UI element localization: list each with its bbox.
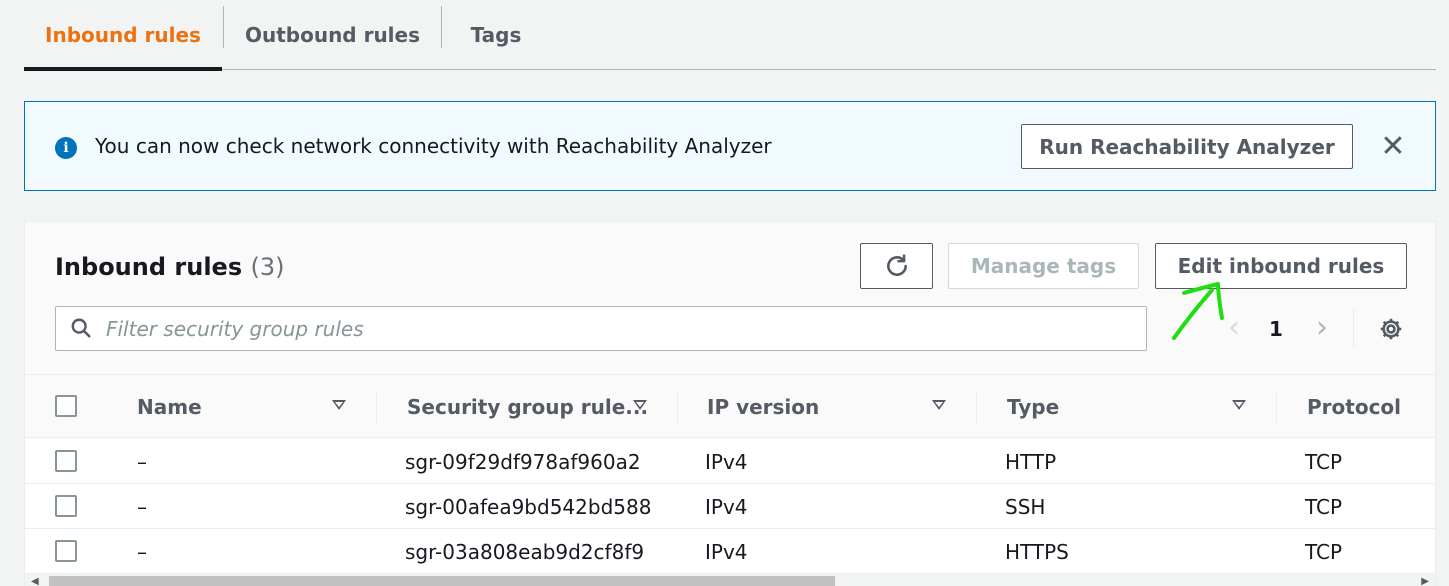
sort-icon[interactable] xyxy=(633,400,647,410)
column-divider[interactable] xyxy=(677,391,678,423)
sort-icon[interactable] xyxy=(932,400,946,410)
rule-count: (3) xyxy=(250,253,285,281)
column-header-type[interactable]: Type xyxy=(1007,395,1059,419)
cell-name: – xyxy=(137,450,147,474)
column-header-rule-id[interactable]: Security group rule... xyxy=(407,395,648,419)
cell-name: – xyxy=(137,495,147,519)
row-checkbox[interactable] xyxy=(55,540,77,562)
row-checkbox[interactable] xyxy=(55,495,77,517)
column-divider[interactable] xyxy=(1276,391,1277,423)
cell-rule-id: sgr-03a808eab9d2cf8f9 xyxy=(405,540,645,564)
tab-inbound-rules[interactable]: Inbound rules xyxy=(24,0,222,71)
cell-ip-version: IPv4 xyxy=(705,495,748,519)
annotation-arrow-icon xyxy=(1172,282,1224,340)
tab-tags[interactable]: Tags xyxy=(442,0,550,69)
column-divider[interactable] xyxy=(376,391,377,423)
search-icon xyxy=(71,318,91,338)
tab-bar: Inbound rules Outbound rules Tags xyxy=(24,0,1436,71)
table-header: Name Security group rule... IP version T… xyxy=(25,374,1435,438)
cell-ip-version: IPv4 xyxy=(705,540,748,564)
cell-rule-id: sgr-09f29df978af960a2 xyxy=(405,450,641,474)
sort-icon[interactable] xyxy=(1232,400,1246,410)
table-row[interactable]: – sgr-03a808eab9d2cf8f9 IPv4 HTTPS TCP xyxy=(25,529,1435,574)
panel-title: Inbound rules (3) xyxy=(55,253,284,281)
table-row[interactable]: – sgr-00afea9bd542bd588 IPv4 SSH TCP xyxy=(25,484,1435,529)
cell-protocol: TCP xyxy=(1305,495,1343,519)
scrollbar-thumb[interactable] xyxy=(49,576,835,586)
cell-name: – xyxy=(137,540,147,564)
pager-divider xyxy=(1353,308,1354,348)
table-row[interactable]: – sgr-09f29df978af960a2 IPv4 HTTP TCP xyxy=(25,439,1435,484)
close-icon[interactable]: ✕ xyxy=(1378,132,1408,162)
tab-outbound-rules[interactable]: Outbound rules xyxy=(224,0,441,69)
scroll-left-arrow-icon[interactable]: ◀ xyxy=(31,576,39,586)
cell-type: HTTPS xyxy=(1005,540,1069,564)
column-header-protocol[interactable]: Protocol xyxy=(1307,395,1401,419)
chevron-right-icon[interactable]: › xyxy=(1310,313,1334,344)
column-header-name[interactable]: Name xyxy=(137,395,202,419)
refresh-button[interactable] xyxy=(860,243,933,289)
cell-protocol: TCP xyxy=(1305,450,1343,474)
info-icon: i xyxy=(55,137,77,159)
current-page-number[interactable]: 1 xyxy=(1269,317,1283,341)
column-divider[interactable] xyxy=(976,391,977,423)
cell-type: SSH xyxy=(1005,495,1046,519)
banner-message: You can now check network connectivity w… xyxy=(95,134,772,158)
cell-ip-version: IPv4 xyxy=(705,450,748,474)
search-box xyxy=(55,306,1147,351)
cell-rule-id: sgr-00afea9bd542bd588 xyxy=(405,495,652,519)
horizontal-scrollbar[interactable]: ◀ ▶ xyxy=(25,574,1435,586)
scroll-right-arrow-icon[interactable]: ▶ xyxy=(1421,576,1429,586)
gear-icon[interactable] xyxy=(1378,316,1404,342)
search-input[interactable] xyxy=(106,307,1136,350)
column-header-ip-version[interactable]: IP version xyxy=(707,395,819,419)
sort-icon[interactable] xyxy=(332,400,346,410)
refresh-icon xyxy=(886,254,907,276)
row-checkbox[interactable] xyxy=(55,450,77,472)
select-all-checkbox[interactable] xyxy=(55,395,77,417)
cell-protocol: TCP xyxy=(1305,540,1343,564)
manage-tags-button[interactable]: Manage tags xyxy=(948,243,1139,289)
inbound-rules-panel: Inbound rules (3) Manage tags Edit inbou… xyxy=(24,221,1436,586)
panel-title-text: Inbound rules xyxy=(55,253,243,281)
cell-type: HTTP xyxy=(1005,450,1057,474)
info-banner: i You can now check network connectivity… xyxy=(24,101,1436,191)
run-reachability-analyzer-button[interactable]: Run Reachability Analyzer xyxy=(1021,124,1353,169)
